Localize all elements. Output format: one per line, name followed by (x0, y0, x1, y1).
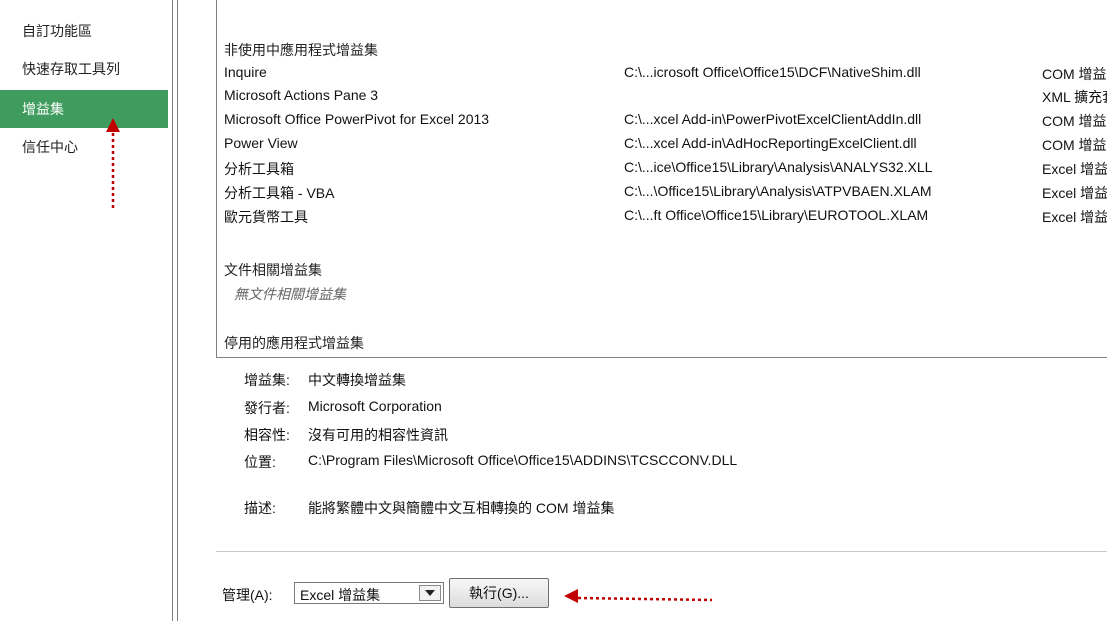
addin-location: C:\...xcel Add-in\PowerPivotExcelClientA… (624, 111, 922, 127)
list-item[interactable]: 分析工具箱 - VBA C:\...\Office15\Library\Anal… (224, 183, 1107, 206)
manage-select-dropdown-button[interactable] (419, 585, 441, 601)
chevron-down-icon (425, 590, 435, 596)
addin-location: C:\...icrosoft Office\Office15\DCF\Nativ… (624, 64, 921, 80)
detail-publisher-value: Microsoft Corporation (308, 398, 442, 414)
sidebar-item-quick-access-toolbar[interactable]: 快速存取工具列 (0, 50, 168, 88)
detail-description: 描述: 能將繁體中文與簡體中文互相轉換的 COM 增益集 (244, 498, 614, 520)
document-empty-note: 無文件相關增益集 (234, 286, 346, 302)
detail-compat: 相容性: 沒有可用的相容性資訊 (244, 425, 448, 447)
addin-name: Microsoft Office PowerPivot for Excel 20… (224, 111, 490, 127)
group-header-disabled: 停用的應用程式增益集 (224, 335, 364, 351)
addin-name: 分析工具箱 - VBA (224, 185, 335, 201)
detail-location-value: C:\Program Files\Microsoft Office\Office… (308, 452, 738, 468)
addin-name: 分析工具箱 (224, 161, 294, 177)
addin-type: COM 增益集 (1042, 113, 1107, 129)
detail-addin-value: 中文轉換增益集 (308, 372, 406, 388)
detail-publisher-label: 發行者: (244, 400, 290, 416)
annotation-arrow-left-icon (564, 589, 713, 603)
detail-location: 位置: C:\Program Files\Microsoft Office\Of… (244, 452, 737, 474)
manage-label: 管理(A): (222, 587, 273, 603)
divider (216, 551, 1107, 552)
addin-name: Microsoft Actions Pane 3 (224, 87, 379, 103)
addin-type: XML 擴充套 (1042, 89, 1107, 105)
list-item[interactable]: Microsoft Office PowerPivot for Excel 20… (224, 111, 1107, 134)
detail-description-label: 描述: (244, 500, 276, 516)
addin-type: Excel 增益集 (1042, 209, 1107, 225)
detail-description-value: 能將繁體中文與簡體中文互相轉換的 COM 增益集 (308, 500, 615, 516)
list-item[interactable]: 分析工具箱 C:\...ice\Office15\Library\Analysi… (224, 159, 1107, 182)
sidebar-item-trust-center[interactable]: 信任中心 (0, 128, 168, 166)
manage-select[interactable]: Excel 增益集 (294, 582, 444, 604)
list-item[interactable]: 歐元貨幣工具 C:\...ft Office\Office15\Library\… (224, 207, 1107, 230)
detail-location-label: 位置: (244, 454, 276, 470)
group-header-inactive: 非使用中應用程式增益集 (224, 42, 378, 58)
manage-select-value: Excel 增益集 (300, 587, 381, 603)
annotation-arrow-up-icon (106, 118, 120, 208)
addin-type: Excel 增益集 (1042, 161, 1107, 177)
sidebar-item-customize-ribbon[interactable]: 自訂功能區 (0, 12, 168, 50)
addin-location: C:\...\Office15\Library\Analysis\ATPVBAE… (624, 183, 932, 199)
addin-type: COM 增益集 (1042, 66, 1107, 82)
list-item[interactable]: Inquire C:\...icrosoft Office\Office15\D… (224, 64, 1107, 87)
addin-name: 歐元貨幣工具 (224, 209, 308, 225)
sidebar-divider (172, 0, 173, 621)
addin-location: C:\...ice\Office15\Library\Analysis\ANAL… (624, 159, 933, 175)
list-item[interactable]: Power View C:\...xcel Add-in\AdHocReport… (224, 135, 1107, 158)
addin-location: C:\...ft Office\Office15\Library\EUROTOO… (624, 207, 929, 223)
sidebar: 自訂功能區 快速存取工具列 增益集 信任中心 (0, 0, 170, 621)
detail-compat-value: 沒有可用的相容性資訊 (308, 427, 448, 443)
sidebar-item-add-ins[interactable]: 增益集 (0, 90, 168, 128)
detail-addin-label: 增益集: (244, 372, 290, 388)
list-item[interactable]: Microsoft Actions Pane 3 XML 擴充套 (224, 87, 1107, 110)
detail-addin: 增益集: 中文轉換增益集 (244, 370, 406, 392)
addin-name: Inquire (224, 64, 267, 80)
detail-publisher: 發行者: Microsoft Corporation (244, 398, 442, 420)
detail-compat-label: 相容性: (244, 427, 290, 443)
sidebar-divider-inner (177, 0, 178, 621)
addin-location: C:\...xcel Add-in\AdHocReportingExcelCli… (624, 135, 917, 151)
addin-type: Excel 增益集 (1042, 185, 1107, 201)
addin-name: Power View (224, 135, 298, 151)
addin-type: COM 增益集 (1042, 137, 1107, 153)
group-header-document: 文件相關增益集 (224, 262, 322, 278)
go-button[interactable]: 執行(G)... (449, 578, 549, 608)
